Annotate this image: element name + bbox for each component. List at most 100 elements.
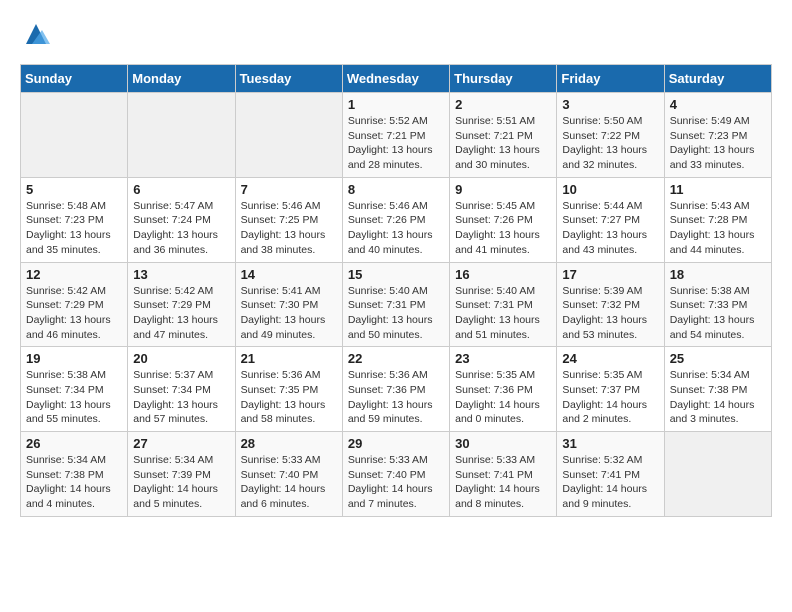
day-info: Sunrise: 5:39 AMSunset: 7:32 PMDaylight:… [562,284,658,343]
day-of-week-header: Friday [557,65,664,93]
day-number: 6 [133,182,229,197]
calendar-day-cell: 16 Sunrise: 5:40 AMSunset: 7:31 PMDayligh… [450,262,557,347]
day-of-week-header: Saturday [664,65,771,93]
day-number: 20 [133,351,229,366]
day-info: Sunrise: 5:45 AMSunset: 7:26 PMDaylight:… [455,199,551,258]
day-number: 16 [455,267,551,282]
calendar-day-cell: 29 Sunrise: 5:33 AMSunset: 7:40 PMDayligh… [342,432,449,517]
day-info: Sunrise: 5:34 AMSunset: 7:39 PMDaylight:… [133,453,229,512]
calendar-table: SundayMondayTuesdayWednesdayThursdayFrid… [20,64,772,517]
day-info: Sunrise: 5:35 AMSunset: 7:37 PMDaylight:… [562,368,658,427]
calendar-week-row: 5 Sunrise: 5:48 AMSunset: 7:23 PMDaylight… [21,177,772,262]
day-of-week-header: Sunday [21,65,128,93]
calendar-day-cell [664,432,771,517]
day-number: 25 [670,351,766,366]
calendar-day-cell: 21 Sunrise: 5:36 AMSunset: 7:35 PMDayligh… [235,347,342,432]
day-number: 15 [348,267,444,282]
day-info: Sunrise: 5:34 AMSunset: 7:38 PMDaylight:… [26,453,122,512]
day-info: Sunrise: 5:44 AMSunset: 7:27 PMDaylight:… [562,199,658,258]
day-info: Sunrise: 5:37 AMSunset: 7:34 PMDaylight:… [133,368,229,427]
day-number: 29 [348,436,444,451]
day-number: 22 [348,351,444,366]
day-number: 17 [562,267,658,282]
calendar-day-cell: 24 Sunrise: 5:35 AMSunset: 7:37 PMDayligh… [557,347,664,432]
calendar-day-cell: 11 Sunrise: 5:43 AMSunset: 7:28 PMDayligh… [664,177,771,262]
day-info: Sunrise: 5:52 AMSunset: 7:21 PMDaylight:… [348,114,444,173]
day-of-week-header: Thursday [450,65,557,93]
day-info: Sunrise: 5:38 AMSunset: 7:33 PMDaylight:… [670,284,766,343]
day-info: Sunrise: 5:38 AMSunset: 7:34 PMDaylight:… [26,368,122,427]
calendar-day-cell: 25 Sunrise: 5:34 AMSunset: 7:38 PMDayligh… [664,347,771,432]
calendar-day-cell: 15 Sunrise: 5:40 AMSunset: 7:31 PMDayligh… [342,262,449,347]
day-number: 3 [562,97,658,112]
calendar-day-cell: 14Sunrise: 5:41 AMSunset: 7:30 PMDayligh… [235,262,342,347]
day-info: Sunrise: 5:49 AMSunset: 7:23 PMDaylight:… [670,114,766,173]
day-info: Sunrise: 5:43 AMSunset: 7:28 PMDaylight:… [670,199,766,258]
day-number: 26 [26,436,122,451]
calendar-day-cell: 20 Sunrise: 5:37 AMSunset: 7:34 PMDayligh… [128,347,235,432]
day-info: Sunrise: 5:40 AMSunset: 7:31 PMDaylight:… [348,284,444,343]
calendar-day-cell: 2 Sunrise: 5:51 AMSunset: 7:21 PMDaylight… [450,93,557,178]
calendar-day-cell: 9Sunrise: 5:45 AMSunset: 7:26 PMDaylight… [450,177,557,262]
calendar-day-cell [21,93,128,178]
day-of-week-header: Tuesday [235,65,342,93]
calendar-day-cell: 19 Sunrise: 5:38 AMSunset: 7:34 PMDayligh… [21,347,128,432]
day-info: Sunrise: 5:48 AMSunset: 7:23 PMDaylight:… [26,199,122,258]
calendar-day-cell [235,93,342,178]
day-info: Sunrise: 5:36 AMSunset: 7:36 PMDaylight:… [348,368,444,427]
calendar-day-cell: 28 Sunrise: 5:33 AMSunset: 7:40 PMDayligh… [235,432,342,517]
day-number: 23 [455,351,551,366]
calendar-week-row: 26 Sunrise: 5:34 AMSunset: 7:38 PMDayligh… [21,432,772,517]
day-info: Sunrise: 5:33 AMSunset: 7:40 PMDaylight:… [348,453,444,512]
calendar-day-cell: 17 Sunrise: 5:39 AMSunset: 7:32 PMDayligh… [557,262,664,347]
day-number: 5 [26,182,122,197]
day-number: 7 [241,182,337,197]
logo-icon [22,20,50,48]
day-info: Sunrise: 5:36 AMSunset: 7:35 PMDaylight:… [241,368,337,427]
day-number: 8 [348,182,444,197]
calendar-day-cell: 12Sunrise: 5:42 AMSunset: 7:29 PMDayligh… [21,262,128,347]
day-info: Sunrise: 5:34 AMSunset: 7:38 PMDaylight:… [670,368,766,427]
day-info: Sunrise: 5:46 AMSunset: 7:26 PMDaylight:… [348,199,444,258]
logo [20,20,50,48]
calendar-day-cell: 27Sunrise: 5:34 AMSunset: 7:39 PMDayligh… [128,432,235,517]
day-info: Sunrise: 5:33 AMSunset: 7:41 PMDaylight:… [455,453,551,512]
day-info: Sunrise: 5:51 AMSunset: 7:21 PMDaylight:… [455,114,551,173]
day-info: Sunrise: 5:50 AMSunset: 7:22 PMDaylight:… [562,114,658,173]
day-info: Sunrise: 5:32 AMSunset: 7:41 PMDaylight:… [562,453,658,512]
calendar-day-cell: 13Sunrise: 5:42 AMSunset: 7:29 PMDayligh… [128,262,235,347]
calendar-day-cell: 6 Sunrise: 5:47 AMSunset: 7:24 PMDaylight… [128,177,235,262]
day-info: Sunrise: 5:47 AMSunset: 7:24 PMDaylight:… [133,199,229,258]
day-of-week-header: Monday [128,65,235,93]
day-number: 21 [241,351,337,366]
calendar-day-cell: 31 Sunrise: 5:32 AMSunset: 7:41 PMDayligh… [557,432,664,517]
day-number: 31 [562,436,658,451]
day-number: 12 [26,267,122,282]
day-number: 10 [562,182,658,197]
day-number: 24 [562,351,658,366]
calendar-day-cell: 30 Sunrise: 5:33 AMSunset: 7:41 PMDayligh… [450,432,557,517]
day-number: 18 [670,267,766,282]
day-number: 11 [670,182,766,197]
day-number: 4 [670,97,766,112]
calendar-day-cell: 1Sunrise: 5:52 AMSunset: 7:21 PMDaylight… [342,93,449,178]
day-info: Sunrise: 5:41 AMSunset: 7:30 PMDaylight:… [241,284,337,343]
calendar-day-cell: 4 Sunrise: 5:49 AMSunset: 7:23 PMDaylight… [664,93,771,178]
day-number: 28 [241,436,337,451]
calendar-day-cell: 8 Sunrise: 5:46 AMSunset: 7:26 PMDaylight… [342,177,449,262]
day-info: Sunrise: 5:33 AMSunset: 7:40 PMDaylight:… [241,453,337,512]
day-info: Sunrise: 5:40 AMSunset: 7:31 PMDaylight:… [455,284,551,343]
day-number: 13 [133,267,229,282]
calendar-day-cell: 22 Sunrise: 5:36 AMSunset: 7:36 PMDayligh… [342,347,449,432]
day-number: 30 [455,436,551,451]
calendar-day-cell: 23 Sunrise: 5:35 AMSunset: 7:36 PMDayligh… [450,347,557,432]
day-of-week-header: Wednesday [342,65,449,93]
day-info: Sunrise: 5:35 AMSunset: 7:36 PMDaylight:… [455,368,551,427]
calendar-week-row: 1Sunrise: 5:52 AMSunset: 7:21 PMDaylight… [21,93,772,178]
day-number: 19 [26,351,122,366]
calendar-day-cell: 10 Sunrise: 5:44 AMSunset: 7:27 PMDayligh… [557,177,664,262]
calendar-header-row: SundayMondayTuesdayWednesdayThursdayFrid… [21,65,772,93]
day-number: 2 [455,97,551,112]
calendar-week-row: 19 Sunrise: 5:38 AMSunset: 7:34 PMDayligh… [21,347,772,432]
calendar-week-row: 12Sunrise: 5:42 AMSunset: 7:29 PMDayligh… [21,262,772,347]
